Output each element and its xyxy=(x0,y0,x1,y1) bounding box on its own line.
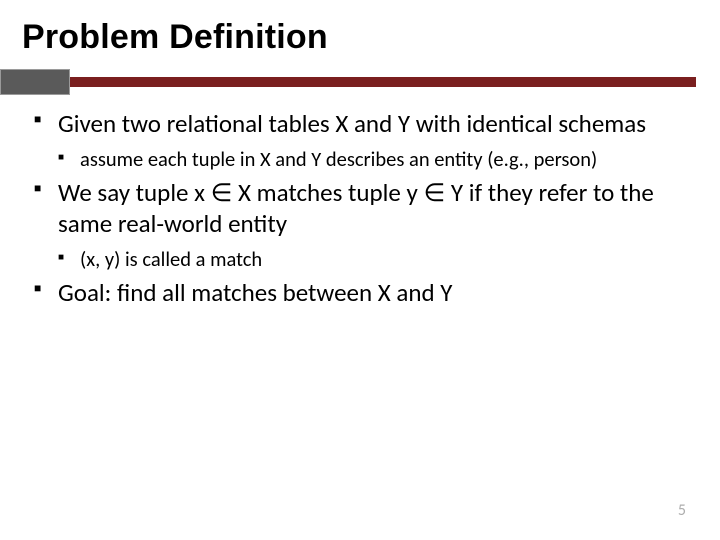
bullet-text: Given two relational tables X and Y with… xyxy=(58,108,646,139)
element-of-symbol: ∈ xyxy=(423,180,445,207)
bullet-text-part: X matches tuple y xyxy=(232,177,423,208)
bullet-list: Given two relational tables X and Y with… xyxy=(34,109,698,308)
sub-bullet-list: assume each tuple in X and Y describes a… xyxy=(58,146,698,172)
sub-bullet-text: assume each tuple in X and Y describes a… xyxy=(80,146,597,172)
title-rule-tab xyxy=(0,69,70,95)
title-rule xyxy=(0,69,720,95)
bullet-text-part: We say tuple x xyxy=(58,177,211,208)
page-number: 5 xyxy=(678,501,686,520)
sub-bullet-list: (x, y) is called a match xyxy=(58,246,698,272)
bullet-item: Goal: find all matches between X and Y xyxy=(34,278,698,309)
slide: Problem Definition Given two relational … xyxy=(0,0,720,540)
sub-bullet-item: assume each tuple in X and Y describes a… xyxy=(58,146,698,172)
bullet-item: We say tuple x ∈ X matches tuple y ∈ Y i… xyxy=(34,178,698,272)
bullet-text: Goal: find all matches between X and Y xyxy=(58,277,452,308)
title-rule-bar xyxy=(0,77,696,87)
sub-bullet-text: (x, y) is called a match xyxy=(80,246,262,272)
bullet-item: Given two relational tables X and Y with… xyxy=(34,109,698,172)
sub-bullet-item: (x, y) is called a match xyxy=(58,246,698,272)
slide-body: Given two relational tables X and Y with… xyxy=(0,109,720,308)
element-of-symbol: ∈ xyxy=(211,180,233,207)
slide-title: Problem Definition xyxy=(0,0,720,69)
